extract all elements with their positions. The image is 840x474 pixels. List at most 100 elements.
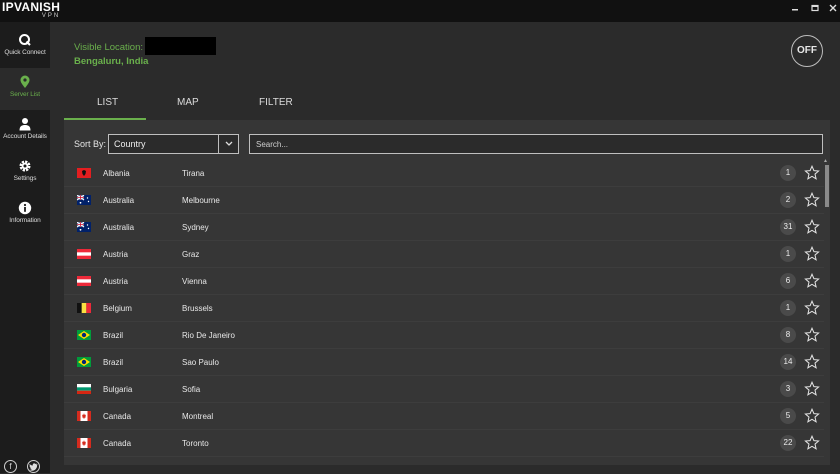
server-country: Albania [103,169,130,178]
server-count-badge: 3 [780,381,796,397]
favorite-star-icon[interactable] [804,273,820,289]
server-row[interactable]: Belgium Brussels 1 [64,295,824,322]
tab-list[interactable]: LIST [97,97,118,108]
server-country: Brazil [103,331,124,340]
vpn-connect-toggle[interactable]: OFF [791,35,823,67]
server-row[interactable]: Canada Montreal 5 [64,403,824,430]
nav-label: Settings [13,175,37,182]
favorite-star-icon[interactable] [804,192,820,208]
server-city: Sofia [182,385,201,394]
brazil-flag-icon [77,357,91,367]
facebook-icon: f [9,462,12,471]
server-city: Toronto [182,439,209,448]
nav-information[interactable]: Information [0,194,50,236]
server-city: Melbourne [182,196,220,205]
albania-flag-icon [77,168,91,178]
sort-by-select[interactable]: Country [108,134,239,154]
nav-server-list[interactable]: Server List [0,68,50,110]
visible-location-label: Visible Location: [74,42,144,53]
chevron-down-icon [225,141,233,146]
ipvanish-logo: IPVANISH VPN [2,1,60,19]
server-count-badge: 5 [780,408,796,424]
bulgaria-flag-icon [77,384,91,394]
close-icon [829,4,837,12]
server-country: Australia [103,196,135,205]
minimize-icon [792,9,798,11]
main-content: Visible Location: Bengaluru, India OFF L… [50,22,840,473]
visible-location-value: Bengaluru, India [74,56,149,67]
server-list-panel: Sort By: Country Albania Tirana 1 Australia… [64,120,830,465]
belgium-flag-icon [77,303,91,313]
nav-settings[interactable]: Settings [0,152,50,194]
sort-by-value: Country [114,139,146,149]
nav-label: Information [9,217,41,224]
favorite-star-icon[interactable] [804,381,820,397]
australia-flag-icon [77,195,91,205]
server-count-badge: 31 [780,219,796,235]
server-row[interactable]: Bulgaria Sofia 3 [64,376,824,403]
scroll-up-arrow[interactable]: ▲ [823,158,828,164]
server-row[interactable]: Brazil Rio De Janeiro 8 [64,322,824,349]
server-row[interactable]: Austria Vienna 6 [64,268,824,295]
search-input[interactable] [249,134,823,154]
close-button[interactable] [824,2,840,18]
nav-label: Account Details [3,133,47,140]
favorite-star-icon[interactable] [804,327,820,343]
austria-flag-icon [77,276,91,286]
tab-map[interactable]: MAP [177,97,199,108]
scrollbar-thumb[interactable] [825,165,829,207]
server-country: Austria [103,250,128,259]
server-count-badge: 6 [780,273,796,289]
server-row[interactable]: Australia Melbourne 2 [64,187,824,214]
server-count-badge: 14 [780,354,796,370]
server-country: Brazil [103,358,124,367]
maximize-button[interactable] [806,2,824,18]
tab-filter[interactable]: FILTER [259,97,293,108]
maximize-icon [811,4,819,12]
favorite-star-icon[interactable] [804,408,820,424]
sidebar: Quick Connect Server List Account Detail… [0,22,50,473]
canada-flag-icon [77,411,91,421]
server-list: Albania Tirana 1 Australia Melbourne 2 Austral… [64,160,824,465]
server-country: Belgium [103,304,132,313]
logo-main-text: IPVANISH [2,0,61,14]
favorite-star-icon[interactable] [804,219,820,235]
server-country: Australia [103,223,135,232]
canada-flag-icon [77,438,91,448]
server-city: Sao Paulo [182,358,219,367]
info-icon [18,201,32,215]
server-city: Graz [182,250,200,259]
favorite-star-icon[interactable] [804,165,820,181]
server-count-badge: 22 [780,435,796,451]
nav-label: Server List [10,91,40,98]
favorite-star-icon[interactable] [804,435,820,451]
nav-account-details[interactable]: Account Details [0,110,50,152]
server-city: Brussels [182,304,213,313]
favorite-star-icon[interactable] [804,354,820,370]
minimize-button[interactable] [786,2,804,18]
server-country: Canada [103,439,132,448]
server-city: Rio De Janeiro [182,331,235,340]
server-count-badge: 2 [780,192,796,208]
favorite-star-icon[interactable] [804,246,820,262]
austria-flag-icon [77,249,91,259]
title-bar: IPVANISH VPN [0,0,840,22]
server-row[interactable]: Brazil Sao Paulo 14 [64,349,824,376]
sort-dropdown-button[interactable] [218,135,238,153]
server-city: Vienna [182,277,207,286]
favorite-star-icon[interactable] [804,300,820,316]
twitter-button[interactable] [27,460,40,473]
server-count-badge: 1 [780,246,796,262]
server-row[interactable]: Albania Tirana 1 [64,160,824,187]
server-count-badge: 1 [780,165,796,181]
server-country: Bulgaria [103,385,133,394]
server-city: Montreal [182,412,214,421]
facebook-button[interactable]: f [4,460,17,473]
server-row[interactable]: Austria Graz 1 [64,241,824,268]
server-row[interactable]: Canada Toronto 22 [64,430,824,457]
server-row[interactable]: Australia Sydney 31 [64,214,824,241]
gear-icon [19,160,31,172]
ip-address-redacted [145,37,216,55]
nav-label: Quick Connect [4,49,46,56]
nav-quick-connect[interactable]: Quick Connect [0,26,50,68]
